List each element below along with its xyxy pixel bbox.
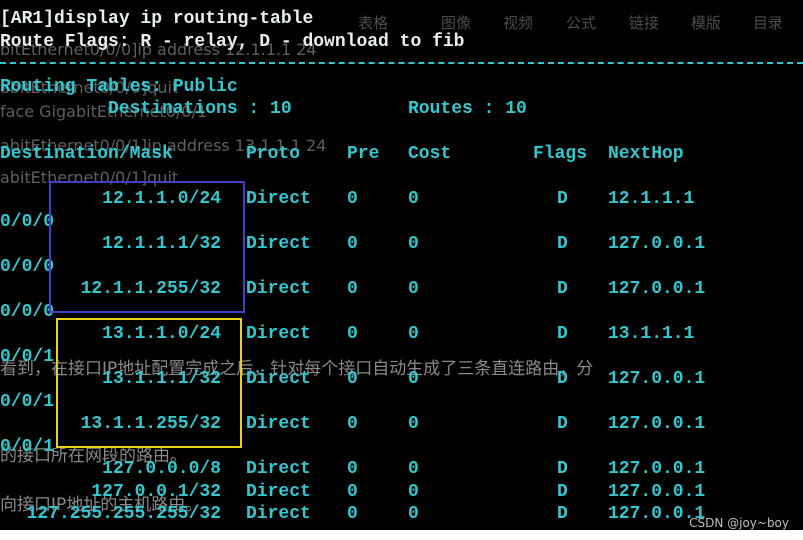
cell-flags: D — [557, 279, 568, 299]
toolbar-video[interactable]: 视频 — [503, 12, 533, 33]
cell-nexthop: 13.1.1.1 — [608, 324, 695, 344]
header-pre: Pre — [347, 144, 380, 164]
cell-interface-fragment: 0/0/1 — [0, 347, 55, 367]
watermark: CSDN @joy~boy — [689, 516, 789, 530]
cell-cost: 0 — [408, 504, 419, 524]
cell-interface-fragment: 0/0/0 — [0, 257, 55, 277]
header-destination: Destination/Mask — [0, 144, 173, 164]
cell-proto: Direct — [246, 482, 311, 502]
routes-count: Routes : 10 — [408, 99, 527, 119]
cell-pre: 0 — [347, 324, 358, 344]
cell-cost: 0 — [408, 459, 419, 479]
cell-flags: D — [557, 324, 568, 344]
cell-cost: 0 — [408, 414, 419, 434]
cell-cost: 0 — [408, 279, 419, 299]
cell-proto: Direct — [246, 279, 311, 299]
cell-proto: Direct — [246, 459, 311, 479]
toolbar-template[interactable]: 模版 — [691, 12, 721, 33]
header-flags: Flags — [533, 144, 588, 164]
cell-flags: D — [557, 459, 568, 479]
cell-cost: 0 — [408, 482, 419, 502]
cell-interface-fragment: 0/0/0 — [0, 302, 55, 322]
cell-proto: Direct — [246, 369, 311, 389]
bottom-strip — [0, 530, 803, 540]
cell-pre: 0 — [347, 279, 358, 299]
cell-interface-fragment: 0/0/1 — [0, 392, 55, 412]
cell-pre: 0 — [347, 234, 358, 254]
toolbar-toc[interactable]: 目录 — [753, 12, 783, 33]
highlight-box-yellow — [56, 318, 242, 448]
cell-pre: 0 — [347, 504, 358, 524]
cell-nexthop: 127.0.0.1 — [608, 234, 706, 254]
cell-pre: 0 — [347, 189, 358, 209]
toolbar-table[interactable]: 表格 — [358, 12, 388, 33]
cell-flags: D — [557, 369, 568, 389]
cell-cost: 0 — [408, 234, 419, 254]
header-nexthop: NextHop — [608, 144, 684, 164]
destinations-count: Destinations : 10 — [108, 99, 292, 119]
cell-interface-fragment: 0/0/0 — [0, 212, 55, 232]
cell-flags: D — [557, 234, 568, 254]
cell-proto: Direct — [246, 504, 311, 524]
cell-flags: D — [557, 482, 568, 502]
cell-pre: 0 — [347, 414, 358, 434]
cell-nexthop: 127.0.0.1 — [608, 414, 706, 434]
route-flags-line: Route Flags: R - relay, D - download to … — [0, 32, 465, 52]
cell-pre: 0 — [347, 482, 358, 502]
cell-destination: 127.0.0.0/8 — [102, 459, 221, 479]
cell-nexthop: 127.0.0.1 — [608, 279, 706, 299]
terminal-screenshot: 表格 图像 视频 公式 链接 模版 目录 bitEthernet0/0/0]ip… — [0, 0, 803, 540]
cell-destination: 127.0.0.1/32 — [91, 482, 221, 502]
cell-nexthop: 127.0.0.1 — [608, 459, 706, 479]
cell-cost: 0 — [408, 369, 419, 389]
toolbar-formula[interactable]: 公式 — [566, 12, 596, 33]
cell-flags: D — [557, 504, 568, 524]
cell-pre: 0 — [347, 459, 358, 479]
cell-proto: Direct — [246, 324, 311, 344]
toolbar-link[interactable]: 链接 — [629, 12, 659, 33]
command-prompt: [AR1]display ip routing-table — [0, 9, 314, 29]
cell-nexthop: 127.0.0.1 — [608, 482, 706, 502]
cell-nexthop: 127.0.0.1 — [608, 369, 706, 389]
cell-proto: Direct — [246, 234, 311, 254]
cell-pre: 0 — [347, 369, 358, 389]
cell-nexthop: 12.1.1.1 — [608, 189, 695, 209]
cell-cost: 0 — [408, 189, 419, 209]
cell-flags: D — [557, 189, 568, 209]
routing-tables-label: Routing Tables: Public — [0, 77, 238, 97]
dashed-separator — [0, 62, 803, 64]
cell-destination: 127.255.255.255/32 — [26, 504, 221, 524]
header-cost: Cost — [408, 144, 452, 164]
toolbar-image[interactable]: 图像 — [441, 12, 471, 33]
cell-cost: 0 — [408, 324, 419, 344]
highlight-box-blue — [49, 181, 245, 313]
cell-proto: Direct — [246, 414, 311, 434]
cell-flags: D — [557, 414, 568, 434]
cell-interface-fragment: 0/0/1 — [0, 437, 55, 457]
cell-proto: Direct — [246, 189, 311, 209]
header-proto: Proto — [246, 144, 301, 164]
